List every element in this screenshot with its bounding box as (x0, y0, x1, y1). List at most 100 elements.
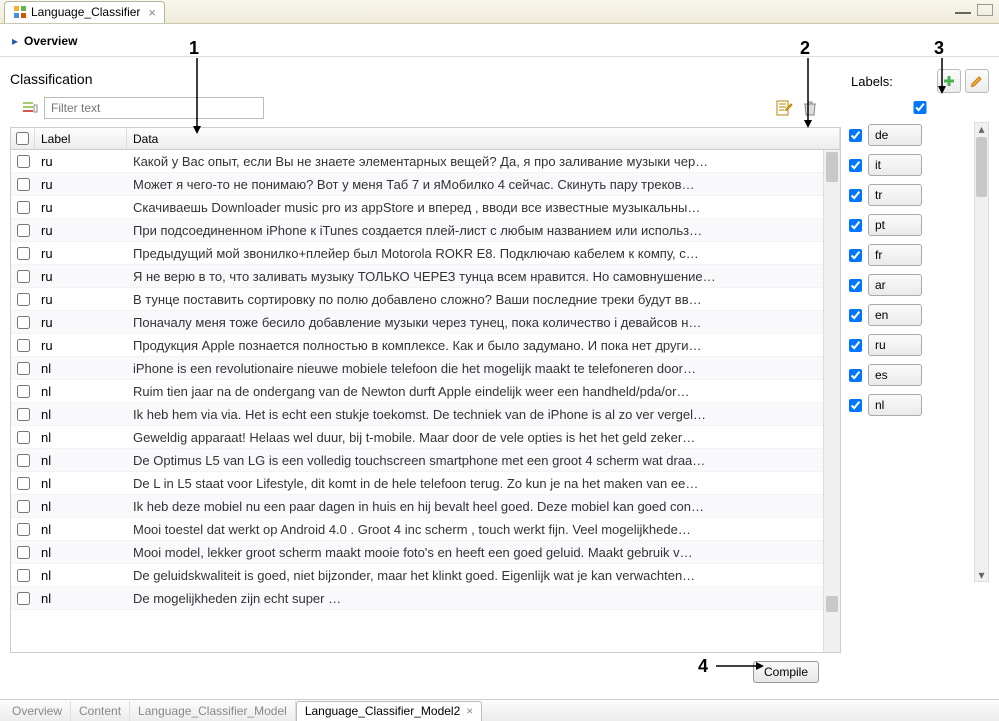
editor-tab[interactable]: Language_Classifier × (4, 1, 165, 23)
label-checkbox[interactable] (849, 159, 862, 172)
label-checkbox[interactable] (849, 189, 862, 202)
table-row[interactable]: nliPhone is een revolutionaire nieuwe mo… (11, 357, 840, 380)
row-checkbox[interactable] (17, 454, 30, 467)
row-checkbox[interactable] (17, 155, 30, 168)
label-chip[interactable]: tr (868, 184, 922, 206)
overview-header[interactable]: ▸ Overview (0, 24, 999, 56)
label-chip[interactable]: en (868, 304, 922, 326)
bottom-tab-model[interactable]: Language_Classifier_Model (130, 701, 296, 721)
label-checkbox[interactable] (849, 129, 862, 142)
row-checkbox[interactable] (17, 569, 30, 582)
scrollbar-thumb[interactable] (826, 596, 838, 612)
row-checkbox[interactable] (17, 339, 30, 352)
label-checkbox[interactable] (849, 279, 862, 292)
table-row[interactable]: nlDe Optimus L5 van LG is een volledig t… (11, 449, 840, 472)
table-row[interactable]: ruВ тунце поставить сортировку по полю д… (11, 288, 840, 311)
row-label: nl (35, 476, 127, 491)
table-row[interactable]: nlDe mogelijkheden zijn echt super … (11, 587, 840, 610)
table-row[interactable]: ruМожет я чего-то не понимаю? Вот у меня… (11, 173, 840, 196)
row-data: Mooi model, lekker groot scherm maakt mo… (127, 545, 840, 560)
row-checkbox[interactable] (17, 201, 30, 214)
row-checkbox[interactable] (17, 523, 30, 536)
label-chip[interactable]: ru (868, 334, 922, 356)
column-label[interactable]: Label (35, 128, 127, 149)
table-row[interactable]: nlIk heb hem via via. Het is echt een st… (11, 403, 840, 426)
row-checkbox[interactable] (17, 592, 30, 605)
label-row: en (849, 304, 972, 326)
label-chip[interactable]: ar (868, 274, 922, 296)
column-checkbox[interactable] (11, 128, 35, 149)
label-checkbox[interactable] (849, 249, 862, 262)
scrollbar-thumb[interactable] (826, 152, 838, 182)
table-row[interactable]: ruЯ не верю в то, что заливать музыку ТО… (11, 265, 840, 288)
table-row[interactable]: ruКакой у Вас опыт, если Вы не знаете эл… (11, 150, 840, 173)
row-label: nl (35, 499, 127, 514)
edit-icon[interactable] (775, 99, 793, 117)
table-header: Label Data (11, 128, 840, 150)
row-label: ru (35, 200, 127, 215)
label-chip[interactable]: it (868, 154, 922, 176)
row-data: De geluidskwaliteit is goed, niet bijzon… (127, 568, 840, 583)
label-chip[interactable]: nl (868, 394, 922, 416)
row-checkbox[interactable] (17, 224, 30, 237)
label-checkbox[interactable] (849, 309, 862, 322)
row-checkbox[interactable] (17, 270, 30, 283)
table-row[interactable]: nlIk heb deze mobiel nu een paar dagen i… (11, 495, 840, 518)
labels-master-checkbox[interactable] (851, 101, 989, 114)
label-checkbox[interactable] (849, 399, 862, 412)
table-row[interactable]: ruСкачиваешь Downloader music pro из app… (11, 196, 840, 219)
row-checkbox[interactable] (17, 385, 30, 398)
label-checkbox[interactable] (849, 219, 862, 232)
labels-scrollbar[interactable]: ▴ ▾ (974, 122, 989, 582)
label-chip[interactable]: es (868, 364, 922, 386)
table-row[interactable]: nlMooi model, lekker groot scherm maakt … (11, 541, 840, 564)
row-checkbox[interactable] (17, 500, 30, 513)
scrollbar-thumb[interactable] (976, 137, 987, 197)
delete-icon[interactable] (801, 99, 819, 117)
row-checkbox[interactable] (17, 293, 30, 306)
row-checkbox[interactable] (17, 431, 30, 444)
table-row[interactable]: nlRuim tien jaar na de ondergang van de … (11, 380, 840, 403)
minimize-button[interactable] (955, 4, 971, 14)
label-checkbox[interactable] (849, 369, 862, 382)
table-row[interactable]: nlMooi toestel dat werkt op Android 4.0 … (11, 518, 840, 541)
filter-icon[interactable] (22, 100, 38, 116)
table-row[interactable]: ruПоначалу меня тоже бесило добавление м… (11, 311, 840, 334)
bottom-tab-model2[interactable]: Language_Classifier_Model2 × (296, 701, 482, 721)
label-row: fr (849, 244, 972, 266)
close-icon[interactable]: × (466, 704, 473, 718)
select-all-checkbox[interactable] (16, 132, 29, 145)
table-row[interactable]: nlDe geluidskwaliteit is goed, niet bijz… (11, 564, 840, 587)
table-row[interactable]: ruПредыдущий мой звонилко+плейер был Mot… (11, 242, 840, 265)
label-checkbox[interactable] (849, 339, 862, 352)
table-scrollbar[interactable] (823, 150, 840, 652)
column-data[interactable]: Data (127, 128, 840, 149)
chevron-right-icon: ▸ (12, 34, 18, 48)
row-checkbox[interactable] (17, 546, 30, 559)
close-icon[interactable]: × (148, 6, 156, 19)
label-chip[interactable]: pt (868, 214, 922, 236)
filter-input[interactable] (44, 97, 264, 119)
row-checkbox[interactable] (17, 408, 30, 421)
scroll-down-icon[interactable]: ▾ (975, 569, 988, 581)
edit-label-button[interactable] (965, 69, 989, 93)
compile-button[interactable]: Compile (753, 661, 819, 683)
table-row[interactable]: nlGeweldig apparaat! Helaas wel duur, bi… (11, 426, 840, 449)
label-chip[interactable]: de (868, 124, 922, 146)
row-checkbox[interactable] (17, 362, 30, 375)
row-label: nl (35, 568, 127, 583)
label-chip[interactable]: fr (868, 244, 922, 266)
row-checkbox[interactable] (17, 247, 30, 260)
add-label-button[interactable] (937, 69, 961, 93)
row-checkbox[interactable] (17, 316, 30, 329)
row-checkbox[interactable] (17, 477, 30, 490)
bottom-tab-content[interactable]: Content (71, 701, 130, 721)
row-data: При подсоединенном iPhone к iTunes созда… (127, 223, 840, 238)
maximize-button[interactable] (977, 4, 993, 16)
row-checkbox[interactable] (17, 178, 30, 191)
table-row[interactable]: nlDe L in L5 staat voor Lifestyle, dit k… (11, 472, 840, 495)
bottom-tab-overview[interactable]: Overview (4, 701, 71, 721)
table-row[interactable]: ruПродукция Apple познается полностью в … (11, 334, 840, 357)
scroll-up-icon[interactable]: ▴ (975, 123, 988, 135)
table-row[interactable]: ruПри подсоединенном iPhone к iTunes соз… (11, 219, 840, 242)
